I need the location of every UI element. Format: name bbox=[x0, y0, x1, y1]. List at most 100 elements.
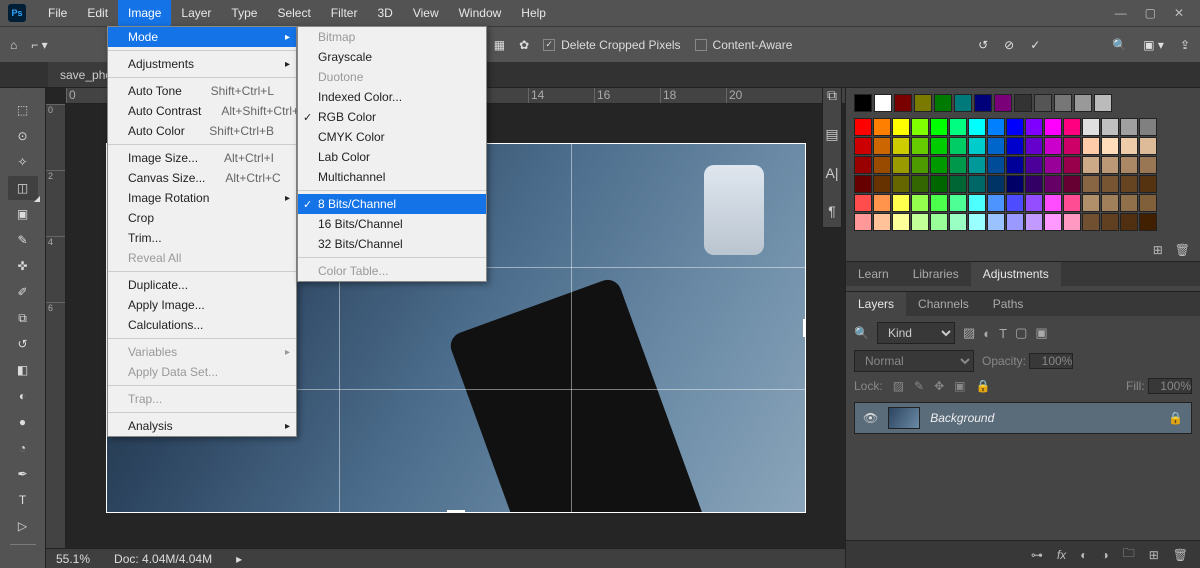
delete-cropped-checkbox[interactable]: Delete Cropped Pixels bbox=[543, 38, 680, 52]
swatch[interactable] bbox=[1120, 194, 1138, 212]
swatch[interactable] bbox=[968, 194, 986, 212]
swatch[interactable] bbox=[874, 94, 892, 112]
swatch[interactable] bbox=[854, 213, 872, 231]
menu-item-calculations[interactable]: Calculations... bbox=[108, 315, 296, 335]
panel-tab-learn[interactable]: Learn bbox=[846, 262, 901, 286]
swatch[interactable] bbox=[911, 194, 929, 212]
swatch[interactable] bbox=[987, 194, 1005, 212]
swatch[interactable] bbox=[854, 94, 872, 112]
swatch[interactable] bbox=[1006, 194, 1024, 212]
swatch[interactable] bbox=[987, 137, 1005, 155]
menu-item-auto-color[interactable]: Auto ColorShift+Ctrl+B bbox=[108, 121, 296, 141]
swatch[interactable] bbox=[1094, 94, 1112, 112]
swatch[interactable] bbox=[1101, 175, 1119, 193]
eyedropper-tool[interactable]: ✎ bbox=[8, 228, 38, 252]
gradient-tool[interactable]: ◐ bbox=[8, 384, 38, 408]
swatch[interactable] bbox=[914, 94, 932, 112]
crop-tool[interactable]: ◫ bbox=[8, 176, 38, 200]
overlay-options-icon[interactable]: ▦ bbox=[494, 38, 505, 52]
menu-3d[interactable]: 3D bbox=[367, 0, 402, 26]
panel-tab-channels[interactable]: Channels bbox=[906, 292, 981, 316]
panel-tab-adjustments[interactable]: Adjustments bbox=[971, 262, 1061, 286]
panel-tab-libraries[interactable]: Libraries bbox=[901, 262, 971, 286]
lasso-tool[interactable]: ⊙ bbox=[8, 124, 38, 148]
menu-item-adjustments[interactable]: Adjustments bbox=[108, 54, 296, 74]
menu-item-lab-color[interactable]: Lab Color bbox=[298, 147, 486, 167]
swatch[interactable] bbox=[892, 137, 910, 155]
swatch[interactable] bbox=[1006, 156, 1024, 174]
swatch[interactable] bbox=[1044, 156, 1062, 174]
opacity-input[interactable] bbox=[1029, 353, 1073, 369]
pen-tool[interactable]: ✒ bbox=[8, 462, 38, 486]
swatch[interactable] bbox=[1101, 156, 1119, 174]
marquee-tool[interactable]: ⬚ bbox=[8, 98, 38, 122]
brush-tool[interactable]: ✐ bbox=[8, 280, 38, 304]
paragraph-panel-icon[interactable]: ¶ bbox=[828, 203, 836, 219]
status-chevron-icon[interactable]: ▸ bbox=[236, 552, 242, 566]
swatch[interactable] bbox=[1120, 137, 1138, 155]
menu-item-8-bits-channel[interactable]: 8 Bits/Channel bbox=[298, 194, 486, 214]
maximize-button[interactable]: ▢ bbox=[1145, 6, 1156, 20]
filter-pixel-icon[interactable]: ▨ bbox=[963, 325, 975, 341]
doc-size[interactable]: Doc: 4.04M/4.04M bbox=[114, 552, 212, 566]
layer-filter-select[interactable]: Kind bbox=[877, 322, 955, 344]
swatch[interactable] bbox=[1054, 94, 1072, 112]
menu-item-apply-image[interactable]: Apply Image... bbox=[108, 295, 296, 315]
swatch[interactable] bbox=[892, 213, 910, 231]
swatch[interactable] bbox=[854, 118, 872, 136]
crop-handle[interactable] bbox=[803, 319, 806, 337]
share-icon[interactable]: ⇪ bbox=[1180, 38, 1190, 52]
cancel-crop-icon[interactable]: ⊘ bbox=[1004, 38, 1014, 52]
swatch[interactable] bbox=[1139, 137, 1157, 155]
menu-item-rgb-color[interactable]: RGB Color bbox=[298, 107, 486, 127]
swatch[interactable] bbox=[974, 94, 992, 112]
menu-item-32-bits-channel[interactable]: 32 Bits/Channel bbox=[298, 234, 486, 254]
filter-type-icon[interactable]: T bbox=[999, 326, 1007, 341]
swatch[interactable] bbox=[873, 137, 891, 155]
swatch[interactable] bbox=[1082, 156, 1100, 174]
swatch[interactable] bbox=[1139, 194, 1157, 212]
swatch[interactable] bbox=[968, 156, 986, 174]
swatch[interactable] bbox=[1082, 194, 1100, 212]
swatch[interactable] bbox=[873, 118, 891, 136]
menu-item-multichannel[interactable]: Multichannel bbox=[298, 167, 486, 187]
delete-swatch-icon[interactable]: 🗑 bbox=[1175, 243, 1190, 257]
swatch[interactable] bbox=[994, 94, 1012, 112]
swatch[interactable] bbox=[930, 194, 948, 212]
menu-item-trim[interactable]: Trim... bbox=[108, 228, 296, 248]
swatch[interactable] bbox=[911, 137, 929, 155]
swatch[interactable] bbox=[934, 94, 952, 112]
menu-item-crop[interactable]: Crop bbox=[108, 208, 296, 228]
menu-item-grayscale[interactable]: Grayscale bbox=[298, 47, 486, 67]
lock-artboard-icon[interactable]: ▣ bbox=[954, 379, 965, 393]
swatch[interactable] bbox=[1082, 118, 1100, 136]
new-group-icon[interactable]: 🗀 bbox=[1123, 544, 1135, 565]
history-panel-icon[interactable]: ⧉ bbox=[827, 87, 837, 104]
swatch[interactable] bbox=[1025, 118, 1043, 136]
menu-file[interactable]: File bbox=[38, 0, 77, 26]
panel-tab-paths[interactable]: Paths bbox=[981, 292, 1036, 316]
swatch[interactable] bbox=[954, 94, 972, 112]
crop-handle[interactable] bbox=[793, 143, 806, 156]
swatch[interactable] bbox=[949, 213, 967, 231]
new-swatch-icon[interactable]: ⊞ bbox=[1153, 243, 1163, 257]
visibility-icon[interactable]: 👁 bbox=[863, 411, 878, 425]
swatch[interactable] bbox=[1006, 137, 1024, 155]
swatch[interactable] bbox=[911, 175, 929, 193]
lock-transparency-icon[interactable]: ▨ bbox=[893, 379, 904, 393]
commit-crop-icon[interactable]: ✓ bbox=[1030, 38, 1040, 52]
swatch[interactable] bbox=[930, 137, 948, 155]
crop-handle[interactable] bbox=[793, 500, 806, 513]
swatch[interactable] bbox=[930, 156, 948, 174]
swatch[interactable] bbox=[1006, 175, 1024, 193]
swatch[interactable] bbox=[892, 194, 910, 212]
menu-item-indexed-color[interactable]: Indexed Color... bbox=[298, 87, 486, 107]
swatch[interactable] bbox=[911, 118, 929, 136]
menu-image[interactable]: Image bbox=[118, 0, 171, 26]
minimize-button[interactable]: — bbox=[1115, 6, 1127, 20]
swatch[interactable] bbox=[854, 137, 872, 155]
swatch[interactable] bbox=[930, 118, 948, 136]
swatch[interactable] bbox=[1006, 118, 1024, 136]
lock-icon[interactable]: 🔒 bbox=[1168, 411, 1183, 425]
swatch[interactable] bbox=[1074, 94, 1092, 112]
